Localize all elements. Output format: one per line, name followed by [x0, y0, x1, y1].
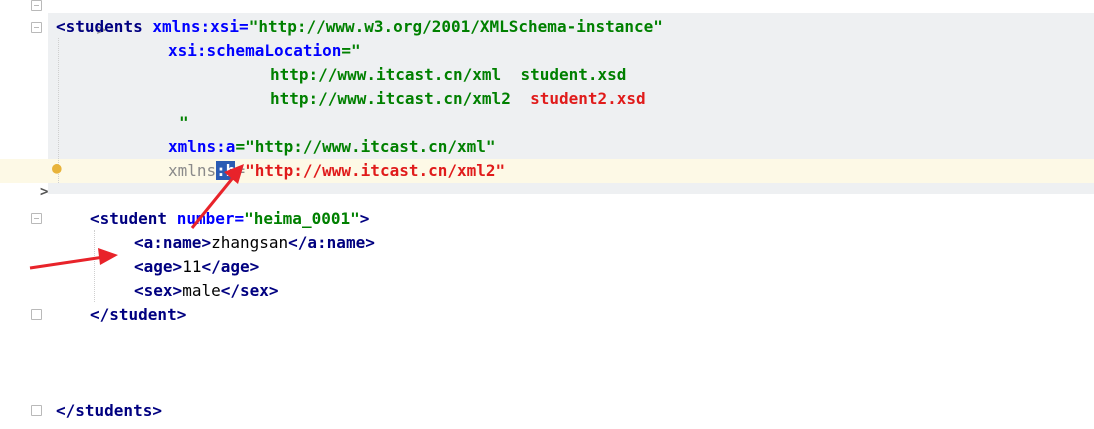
arrow-to-ns-b [190, 164, 244, 229]
annotation-arrows [29, 164, 244, 270]
arrow-to-a-name [29, 248, 118, 270]
